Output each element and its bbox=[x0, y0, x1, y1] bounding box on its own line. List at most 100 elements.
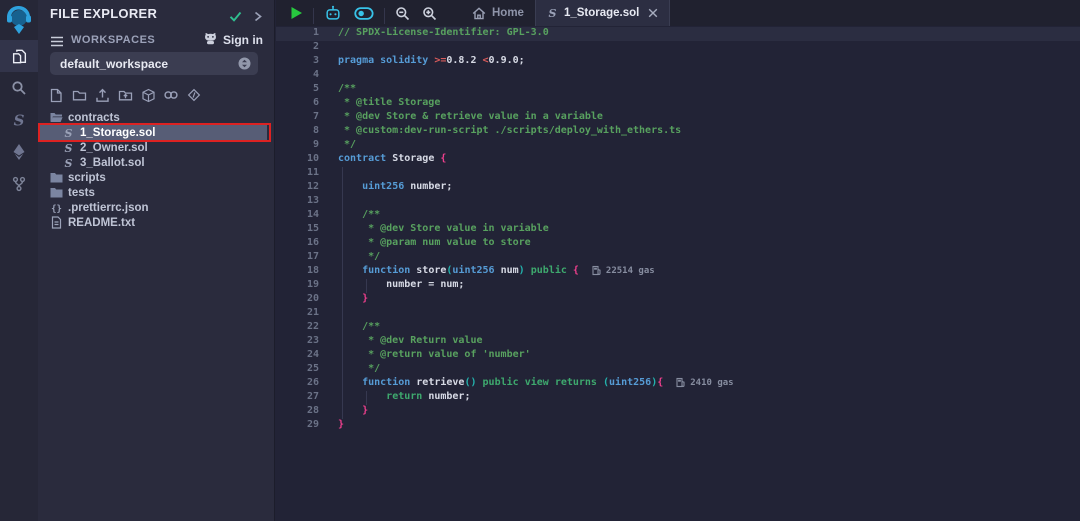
line-number: 10 bbox=[276, 153, 319, 167]
code-line: function retrieve() public view returns … bbox=[338, 377, 734, 391]
tab-home[interactable]: Home bbox=[461, 0, 535, 26]
folder-icon bbox=[49, 187, 63, 198]
code-line bbox=[338, 167, 734, 181]
line-number: 5 bbox=[276, 83, 319, 97]
code-line: contract Storage { bbox=[338, 153, 734, 167]
file-icon bbox=[49, 216, 63, 229]
sign-in-label: Sign in bbox=[223, 33, 263, 47]
folder-open-icon bbox=[49, 112, 63, 123]
zoom-in-icon[interactable] bbox=[416, 0, 443, 26]
line-number: 20 bbox=[276, 293, 319, 307]
remix-logo-icon[interactable] bbox=[0, 0, 38, 40]
tab-1-storage-sol[interactable]: S 1_Storage.sol bbox=[535, 0, 670, 26]
code-line bbox=[338, 41, 734, 55]
tab-label: Home bbox=[492, 7, 524, 19]
line-number: 13 bbox=[276, 195, 319, 209]
run-script-icon[interactable] bbox=[284, 0, 309, 26]
ipfs-cube-icon[interactable] bbox=[140, 87, 156, 103]
hamburger-menu-icon[interactable] bbox=[50, 34, 64, 52]
line-number: 16 bbox=[276, 237, 319, 251]
workspace-selected-value: default_workspace bbox=[60, 57, 168, 71]
tree-item-scripts[interactable]: scripts bbox=[38, 170, 267, 185]
file-label: contracts bbox=[68, 112, 120, 124]
file-label: tests bbox=[68, 187, 95, 199]
code-line: * @title Storage bbox=[338, 97, 734, 111]
tree-item-prettierrc-json[interactable]: {}.prettierrc.json bbox=[38, 200, 267, 215]
workspaces-label: WORKSPACES bbox=[71, 34, 155, 46]
remix-ide-window: S FILE EXPLORER WORKSPACES Sign in defau… bbox=[0, 0, 1080, 521]
close-icon[interactable] bbox=[648, 8, 658, 18]
editor-tabs: Home S 1_Storage.sol bbox=[461, 0, 670, 26]
code-line: number = num; bbox=[338, 279, 734, 293]
file-label: 2_Owner.sol bbox=[80, 142, 148, 154]
file-explorer-toolbar bbox=[48, 87, 202, 103]
gas-estimate-badge: 2410 gas bbox=[676, 377, 733, 388]
line-number: 2 bbox=[276, 41, 319, 55]
code-line: */ bbox=[338, 139, 734, 153]
new-folder-icon[interactable] bbox=[71, 87, 87, 103]
solidity-compiler-icon[interactable]: S bbox=[0, 104, 38, 136]
new-file-icon[interactable] bbox=[48, 87, 64, 103]
line-number: 4 bbox=[276, 69, 319, 83]
toggle-switch-icon[interactable] bbox=[348, 0, 380, 26]
solidity-badge-icon[interactable] bbox=[186, 87, 202, 103]
workspace-select[interactable]: default_workspace bbox=[50, 52, 258, 75]
code-line: } bbox=[338, 405, 734, 419]
line-number: 28 bbox=[276, 405, 319, 419]
line-number: 25 bbox=[276, 363, 319, 377]
line-number: 8 bbox=[276, 125, 319, 139]
tree-item-2-owner-sol[interactable]: S2_Owner.sol bbox=[38, 140, 267, 155]
code-line bbox=[338, 307, 734, 321]
svg-text:S: S bbox=[548, 7, 556, 19]
file-tree: contractsS1_Storage.solS2_Owner.solS3_Ba… bbox=[38, 110, 274, 230]
code-line: } bbox=[338, 419, 734, 433]
code-line: */ bbox=[338, 251, 734, 265]
code-line: pragma solidity >=0.8.2 <0.9.0; bbox=[338, 55, 734, 69]
file-label: README.txt bbox=[68, 217, 135, 229]
tree-item-1-storage-sol[interactable]: S1_Storage.sol bbox=[38, 125, 267, 140]
upload-folder-icon[interactable] bbox=[117, 87, 133, 103]
file-explorer-panel: FILE EXPLORER WORKSPACES Sign in default… bbox=[38, 0, 275, 521]
tab-label: 1_Storage.sol bbox=[564, 7, 639, 19]
tree-item-tests[interactable]: tests bbox=[38, 185, 267, 200]
file-explorer-icon[interactable] bbox=[0, 40, 38, 72]
line-number: 23 bbox=[276, 335, 319, 349]
tree-item-3-ballot-sol[interactable]: S3_Ballot.sol bbox=[38, 155, 267, 170]
code-line: /** bbox=[338, 209, 734, 223]
deploy-run-icon[interactable] bbox=[0, 136, 38, 168]
line-number: 19 bbox=[276, 279, 319, 293]
code-line: uint256 number; bbox=[338, 181, 734, 195]
line-number: 12 bbox=[276, 181, 319, 195]
line-number: 11 bbox=[276, 167, 319, 181]
remixai-assistant-icon[interactable] bbox=[318, 0, 348, 26]
github-sign-in-button[interactable]: Sign in bbox=[203, 32, 263, 48]
code-line: /** bbox=[338, 321, 734, 335]
line-number: 15 bbox=[276, 223, 319, 237]
file-label: 3_Ballot.sol bbox=[80, 157, 145, 169]
line-number: 29 bbox=[276, 419, 319, 433]
zoom-out-icon[interactable] bbox=[389, 0, 416, 26]
tree-item-readme-txt[interactable]: README.txt bbox=[38, 215, 267, 230]
panel-title: FILE EXPLORER bbox=[50, 6, 157, 21]
code-line: * @param num value to store bbox=[338, 237, 734, 251]
toolbar-separator bbox=[384, 8, 385, 24]
code-line: * @dev Return value bbox=[338, 335, 734, 349]
git-icon[interactable] bbox=[0, 168, 38, 200]
code-editor[interactable]: 1234567891011121314151617181920212223242… bbox=[276, 26, 1080, 521]
tree-item-contracts[interactable]: contracts bbox=[38, 110, 267, 125]
chevron-right-icon[interactable] bbox=[254, 9, 262, 27]
line-number: 18 bbox=[276, 265, 319, 279]
code-line bbox=[338, 195, 734, 209]
solidity-icon: S bbox=[547, 7, 558, 19]
upload-file-icon[interactable] bbox=[94, 87, 110, 103]
search-icon[interactable] bbox=[0, 72, 38, 104]
activity-bar: S bbox=[0, 0, 38, 521]
line-number: 1 bbox=[276, 27, 319, 41]
link-icon[interactable] bbox=[163, 87, 179, 103]
line-number: 17 bbox=[276, 251, 319, 265]
workspace-stepper-icon[interactable] bbox=[238, 57, 251, 75]
svg-text:{}: {} bbox=[51, 204, 62, 214]
check-icon[interactable] bbox=[229, 9, 242, 27]
line-number: 22 bbox=[276, 321, 319, 335]
editor-area: HomeS1_Storage.sol 123456789101112131415… bbox=[276, 0, 1080, 521]
